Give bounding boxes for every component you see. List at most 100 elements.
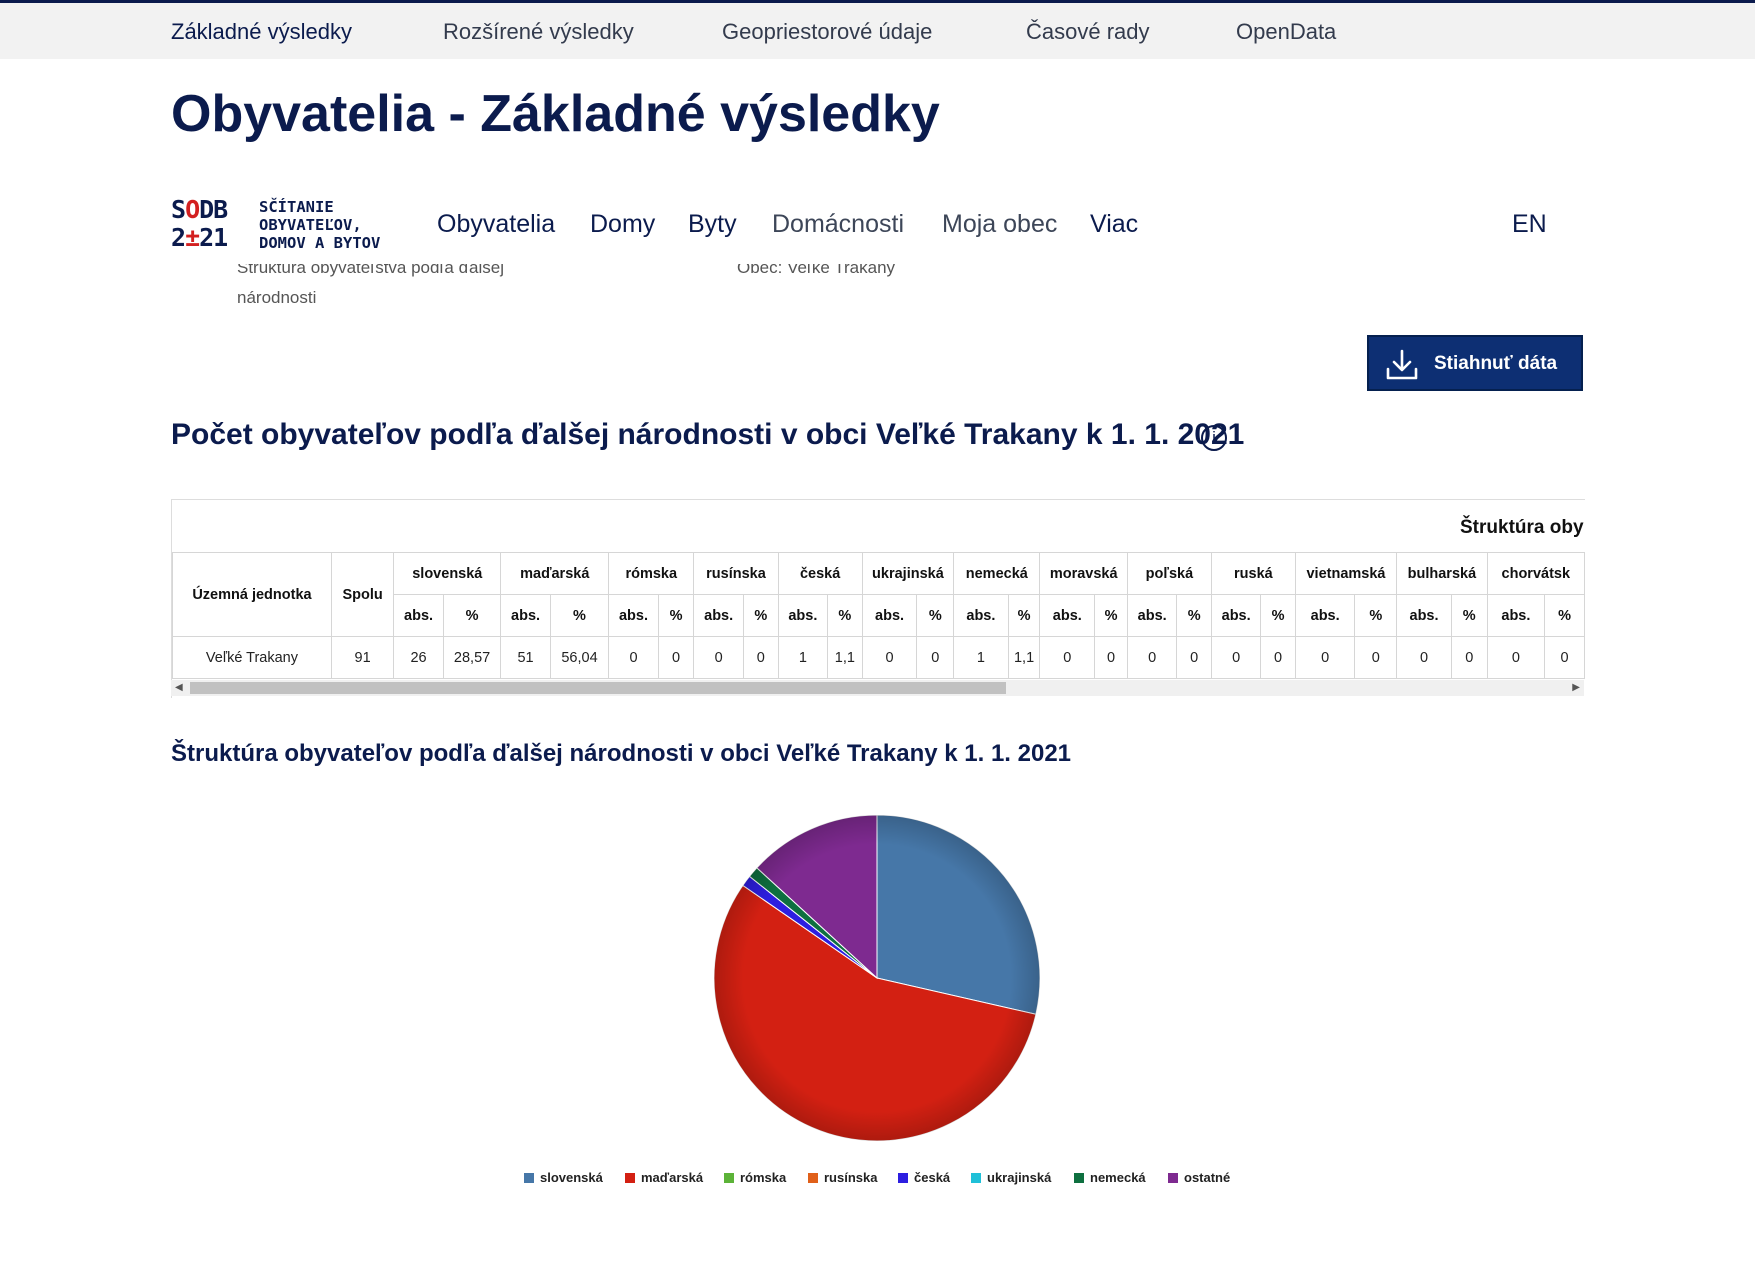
- scroll-left-arrow-icon[interactable]: ◀: [175, 680, 183, 696]
- legend-label: ukrajinská: [987, 1170, 1052, 1185]
- cell-pct: 0: [657, 636, 695, 679]
- sub-pct: %: [1260, 594, 1296, 637]
- top-nav-geospatial[interactable]: Geopriestorové údaje: [722, 19, 932, 45]
- cell-pct: 28,57: [442, 636, 502, 679]
- table-header-row: Územná jednotka Spolu slovenská maďarská…: [172, 552, 1585, 637]
- sub-abs: abs.: [1210, 594, 1262, 637]
- download-data-button[interactable]: Stiahnuť dáta: [1367, 335, 1583, 391]
- cell-pct: 0: [1176, 636, 1212, 679]
- group-header: maďarská: [500, 552, 610, 595]
- pie-chart: [713, 814, 1041, 1142]
- legend-swatch: [724, 1173, 734, 1183]
- legend-item-ukrajinska[interactable]: ukrajinská: [971, 1170, 1051, 1185]
- table-horizontal-scrollbar[interactable]: ◀ ▶: [171, 680, 1584, 696]
- download-button-label: Stiahnuť dáta: [1434, 353, 1558, 374]
- cell-pct: 0: [1260, 636, 1296, 679]
- logo-text: SČÍTANIE OBYVATEĽOV, DOMOV A BYTOV: [259, 198, 381, 252]
- cell-abs: 0: [861, 636, 918, 679]
- nav-moja-obec[interactable]: Moja obec: [942, 210, 1057, 239]
- page-title: Obyvatelia - Základné výsledky: [171, 85, 940, 143]
- top-nav-basic-results[interactable]: Základné výsledky: [171, 19, 352, 45]
- scroll-right-arrow-icon[interactable]: ▶: [1572, 680, 1580, 696]
- sodb-logo[interactable]: SODB 2±21 SČÍTANIE OBYVATEĽOV, DOMOV A B…: [171, 196, 401, 256]
- nav-viac[interactable]: Viac: [1090, 210, 1138, 239]
- group-header: česká: [777, 552, 863, 595]
- cell-pct: 1,1: [1007, 636, 1041, 679]
- cell-abs: 1: [953, 636, 1009, 679]
- legend-label: rusínska: [824, 1170, 878, 1185]
- scrollbar-thumb[interactable]: [190, 682, 1006, 694]
- legend-label: slovenská: [540, 1170, 603, 1185]
- legend-item-rusinska[interactable]: rusínska: [808, 1170, 877, 1185]
- top-nav-opendata[interactable]: OpenData: [1236, 19, 1336, 45]
- breadcrumb-ghost-left-2: národnosti: [237, 288, 317, 307]
- group-header: moravská: [1039, 552, 1128, 595]
- sub-pct: %: [1450, 594, 1488, 637]
- sub-abs: abs.: [953, 594, 1009, 637]
- cell-abs: 1: [777, 636, 829, 679]
- language-switch[interactable]: EN: [1512, 210, 1547, 239]
- legend-label: rómska: [740, 1170, 787, 1185]
- sub-pct: %: [1544, 594, 1585, 637]
- breadcrumb-ghost-right: Obec: Veľké Trakany: [737, 264, 896, 277]
- cell-total: 91: [330, 636, 395, 679]
- group-header: slovenská: [393, 552, 502, 595]
- table-group-header: Štruktúra oby: [1460, 517, 1584, 538]
- cell-abs: 0: [1396, 636, 1452, 679]
- nationality-table: Územná jednotka Spolu slovenská maďarská…: [172, 552, 1585, 679]
- legend-swatch: [625, 1173, 635, 1183]
- table-section-title: Počet obyvateľov podľa ďalšej národnosti…: [171, 418, 1245, 451]
- nav-domy[interactable]: Domy: [590, 210, 655, 239]
- cell-abs: 0: [1210, 636, 1262, 679]
- info-icon[interactable]: i: [1201, 425, 1227, 451]
- cell-abs: 0: [608, 636, 659, 679]
- cell-pct: 0: [1354, 636, 1398, 679]
- legend-swatch: [808, 1173, 818, 1183]
- col-total-header: Spolu: [330, 552, 395, 637]
- nav-domacnosti[interactable]: Domácnosti: [772, 210, 904, 239]
- chart-title: Štruktúra obyvateľov podľa ďalšej národn…: [171, 740, 1072, 767]
- legend-label: nemecká: [1090, 1170, 1146, 1185]
- nav-byty[interactable]: Byty: [688, 210, 737, 239]
- legend-swatch: [971, 1173, 981, 1183]
- sub-abs: abs.: [693, 594, 744, 637]
- legend-item-madarska[interactable]: maďarská: [625, 1170, 703, 1185]
- sub-pct: %: [1007, 594, 1041, 637]
- sub-pct: %: [549, 594, 610, 637]
- legend-swatch: [524, 1173, 534, 1183]
- legend-label: česká: [914, 1170, 951, 1185]
- legend-item-slovenska[interactable]: slovenská: [524, 1170, 603, 1185]
- nationality-table-scroll[interactable]: Štruktúra oby Územná jednotka Spolu slov…: [171, 499, 1585, 698]
- top-nav-extended-results[interactable]: Rozšírené výsledky: [443, 19, 634, 45]
- group-header: nemecká: [953, 552, 1041, 595]
- cell-abs: 51: [500, 636, 551, 679]
- cell-pct: 0: [1544, 636, 1585, 679]
- sub-abs: abs.: [861, 594, 918, 637]
- group-header: bulharská: [1396, 552, 1488, 595]
- group-header: rusínska: [693, 552, 779, 595]
- legend-label: maďarská: [641, 1170, 704, 1185]
- group-header: ukrajinská: [861, 552, 955, 595]
- sub-pct: %: [827, 594, 863, 637]
- sub-abs: abs.: [393, 594, 444, 637]
- legend-item-romska[interactable]: rómska: [724, 1170, 786, 1185]
- cell-abs: 0: [1039, 636, 1096, 679]
- cell-pct: 0: [742, 636, 779, 679]
- sub-pct: %: [1176, 594, 1212, 637]
- cell-unit: Veľké Trakany: [172, 636, 332, 679]
- top-nav-time-series[interactable]: Časové rady: [1026, 19, 1150, 45]
- legend-item-ostatne[interactable]: ostatné: [1168, 1170, 1230, 1185]
- legend-item-nemecka[interactable]: nemecká: [1074, 1170, 1146, 1185]
- breadcrumb-ghost-left: Štruktúra obyvateľstva podľa ďalšej: [237, 264, 505, 277]
- sub-abs: abs.: [1486, 594, 1546, 637]
- sub-abs: abs.: [500, 594, 551, 637]
- cell-pct: 56,04: [549, 636, 610, 679]
- nav-obyvatelia[interactable]: Obyvatelia: [437, 210, 555, 239]
- cell-abs: 0: [1294, 636, 1356, 679]
- legend-item-ceska[interactable]: česká: [898, 1170, 950, 1185]
- group-header: rómska: [608, 552, 695, 595]
- logo-mark-line2: 2±21: [171, 223, 228, 252]
- cell-pct: 0: [1094, 636, 1128, 679]
- cell-pct: 1,1: [827, 636, 863, 679]
- sub-pct: %: [916, 594, 955, 637]
